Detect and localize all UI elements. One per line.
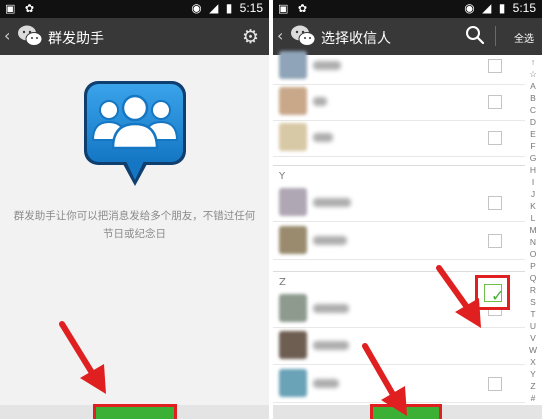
avatar [279, 226, 307, 254]
avatar [279, 123, 307, 151]
wifi-icon: ◉ [191, 1, 202, 15]
battery-icon: ▮ [225, 1, 233, 15]
page-title: 选择收信人 [321, 31, 391, 47]
mass-send-screen: ▣ ✿ ◉ ◢ ▮ 5:15 ‹ 群发助手 ⚙ 群发助手让你可以把消息发给多个朋… [0, 0, 269, 419]
contact-row[interactable] [273, 186, 525, 222]
alphabet-index-letter[interactable]: A [526, 80, 540, 92]
alphabet-index-letter[interactable]: T [526, 308, 540, 320]
select-all-button[interactable]: 全选 [514, 30, 534, 45]
contact-row[interactable] [273, 224, 525, 260]
contact-name [313, 97, 327, 106]
avatar [279, 188, 307, 216]
alphabet-index-letter[interactable]: I [526, 176, 540, 188]
alphabet-index-letter[interactable]: H [526, 164, 540, 176]
signal-icon: ◢ [482, 1, 492, 15]
group-people-icon [84, 81, 186, 186]
contact-checkbox[interactable] [488, 234, 502, 248]
contact-name [313, 379, 339, 388]
alphabet-index[interactable]: ↑ ☆ A B C D E F G H I J K L M N O P Q R S T U V W X Y Z # [526, 56, 540, 404]
contact-row[interactable] [273, 367, 525, 403]
alphabet-index-letter[interactable]: N [526, 236, 540, 248]
gear-icon[interactable]: ⚙ [242, 26, 259, 48]
status-time: 5:15 [512, 1, 536, 15]
contact-checkbox[interactable] [488, 131, 502, 145]
search-icon[interactable] [465, 25, 485, 45]
page-title: 群发助手 [48, 31, 104, 47]
alphabet-index-letter[interactable]: E [526, 128, 540, 140]
alphabet-index-letter[interactable]: X [526, 356, 540, 368]
contact-name [313, 198, 351, 207]
wechat-logo-icon [18, 25, 43, 46]
red-arrow-icon [59, 321, 106, 394]
signal-icon: ◢ [209, 1, 219, 15]
alphabet-index-letter[interactable]: ☆ [526, 68, 540, 80]
avatar [279, 369, 307, 397]
notification-icons: ▣ ✿ [5, 2, 38, 15]
alphabet-index-letter[interactable]: M [526, 224, 540, 236]
alphabet-index-letter[interactable]: F [526, 140, 540, 152]
title-divider [495, 26, 496, 46]
new-mass-message-button[interactable] [93, 404, 177, 419]
alphabet-index-letter[interactable]: S [526, 296, 540, 308]
contact-row[interactable] [273, 85, 525, 121]
back-chevron-icon[interactable]: ‹ [277, 26, 283, 45]
contact-name [313, 341, 349, 350]
alphabet-index-letter[interactable]: C [526, 104, 540, 116]
contact-checkbox[interactable] [488, 377, 502, 391]
contact-checkbox-checked[interactable]: ✓ [484, 284, 505, 305]
alphabet-index-letter[interactable]: Z [526, 380, 540, 392]
battery-icon: ▮ [498, 1, 506, 15]
alphabet-index-letter[interactable]: W [526, 344, 540, 356]
section-header-y: Y [279, 171, 286, 182]
alphabet-index-letter[interactable]: # [526, 392, 540, 404]
contact-row[interactable] [273, 121, 525, 157]
alphabet-index-letter[interactable]: O [526, 248, 540, 260]
alphabet-index-letter[interactable]: K [526, 200, 540, 212]
contact-name [313, 61, 341, 70]
avatar [279, 294, 307, 322]
section-divider [273, 165, 525, 166]
alphabet-index-letter[interactable]: B [526, 92, 540, 104]
contact-name [313, 133, 333, 142]
contact-row-selected[interactable] [273, 329, 525, 365]
contact-name [313, 304, 349, 313]
section-divider [273, 271, 525, 272]
feature-description: 群发助手让你可以把消息发给多个朋友，不错过任何 节日或纪念日 [13, 210, 256, 240]
contact-list: Y Z [273, 51, 525, 419]
wechat-logo-icon [291, 25, 316, 46]
alphabet-index-letter[interactable]: V [526, 332, 540, 344]
select-recipients-screen: ▣ ✿ ◉ ◢ ▮ 5:15 ‹ 选择收信人 全选 Y Z ✓ ↑ ☆ A B … [273, 0, 542, 419]
back-chevron-icon[interactable]: ‹ [4, 26, 10, 45]
section-header-z: Z [279, 277, 286, 288]
avatar [279, 87, 307, 115]
alphabet-index-letter[interactable]: L [526, 212, 540, 224]
title-bar: ‹ 群发助手 ⚙ [0, 18, 269, 55]
alphabet-index-letter[interactable]: Y [526, 368, 540, 380]
alphabet-index-letter[interactable]: G [526, 152, 540, 164]
checkmark-icon: ✓ [491, 286, 505, 305]
alphabet-index-letter[interactable]: P [526, 260, 540, 272]
contact-row[interactable] [273, 49, 525, 85]
contact-checkbox[interactable] [488, 59, 502, 73]
alphabet-index-letter[interactable]: R [526, 284, 540, 296]
selected-checkbox-highlight[interactable]: ✓ [475, 275, 510, 310]
alphabet-index-letter[interactable]: D [526, 116, 540, 128]
avatar [279, 51, 307, 79]
status-time: 5:15 [239, 1, 263, 15]
alphabet-index-letter[interactable]: J [526, 188, 540, 200]
alphabet-index-letter[interactable]: U [526, 320, 540, 332]
contact-checkbox[interactable] [488, 196, 502, 210]
alphabet-index-letter[interactable]: Q [526, 272, 540, 284]
contact-checkbox[interactable] [488, 95, 502, 109]
status-bar: ▣ ✿ ◉ ◢ ▮ 5:15 [273, 0, 542, 18]
status-bar: ▣ ✿ ◉ ◢ ▮ 5:15 [0, 0, 269, 18]
wifi-icon: ◉ [464, 1, 475, 15]
alphabet-index-letter[interactable]: ↑ [526, 56, 540, 68]
avatar [279, 331, 307, 359]
confirm-recipients-button[interactable] [370, 404, 442, 419]
notification-icons: ▣ ✿ [278, 2, 311, 15]
contact-name [313, 236, 347, 245]
